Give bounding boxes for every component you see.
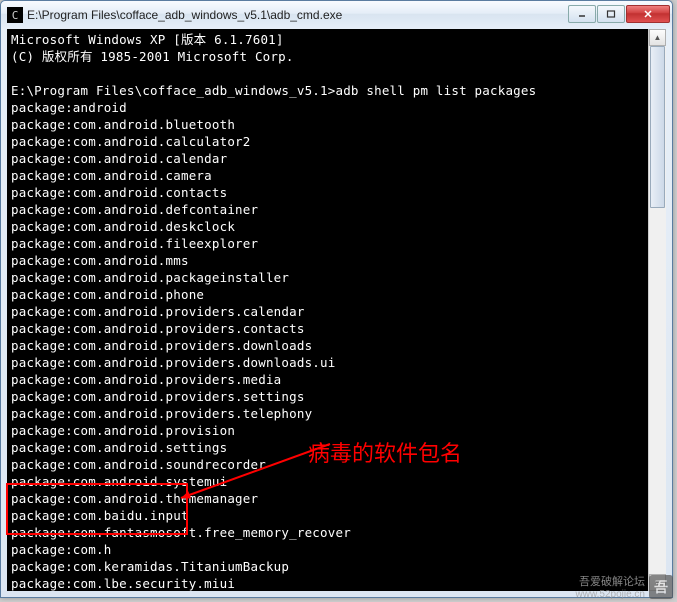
- window-controls: [567, 5, 670, 25]
- window-title: E:\Program Files\cofface_adb_windows_v5.…: [27, 8, 567, 22]
- scroll-up-button[interactable]: ▲: [649, 29, 666, 46]
- terminal-output[interactable]: Microsoft Windows XP [版本 6.1.7601] (C) 版…: [7, 29, 666, 591]
- scroll-thumb[interactable]: [650, 46, 665, 208]
- scroll-down-button[interactable]: ▼: [649, 574, 666, 591]
- cmd-icon: C: [7, 7, 23, 23]
- vertical-scrollbar[interactable]: ▲ ▼: [648, 29, 666, 591]
- maximize-button[interactable]: [597, 5, 625, 23]
- close-button[interactable]: [626, 5, 670, 23]
- app-window: C E:\Program Files\cofface_adb_windows_v…: [0, 0, 673, 598]
- titlebar[interactable]: C E:\Program Files\cofface_adb_windows_v…: [1, 1, 672, 29]
- minimize-button[interactable]: [568, 5, 596, 23]
